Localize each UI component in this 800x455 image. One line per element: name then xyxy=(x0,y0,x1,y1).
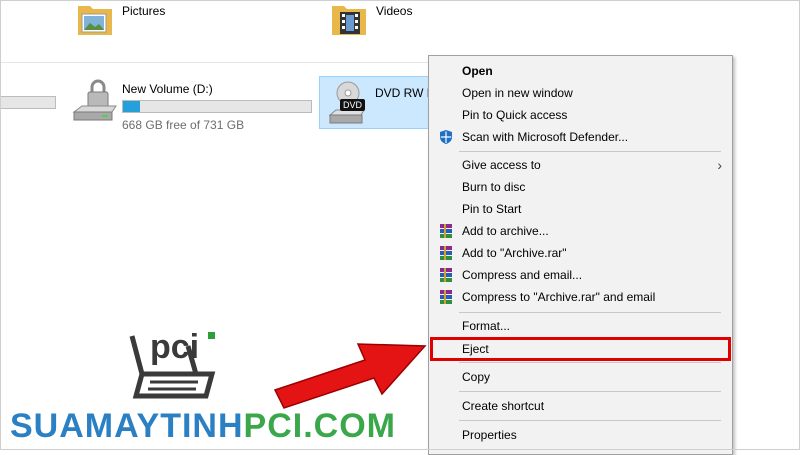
eject-highlight-box xyxy=(430,337,731,361)
menu-item-give-access[interactable]: Give access to › xyxy=(429,154,732,176)
menu-item-label: Create shortcut xyxy=(462,399,545,413)
winrar-icon xyxy=(440,268,452,282)
winrar-icon xyxy=(440,224,452,238)
menu-item-label: Add to archive... xyxy=(462,224,549,238)
defender-shield-icon xyxy=(440,130,452,144)
menu-separator xyxy=(459,312,721,313)
menu-item-open[interactable]: Open xyxy=(429,60,732,82)
folder-pictures[interactable]: Pictures xyxy=(76,0,216,42)
menu-item-label: Burn to disc xyxy=(462,180,526,194)
menu-item-format[interactable]: Format... xyxy=(429,315,732,337)
drive-c-usage-bar xyxy=(0,96,56,109)
section-divider xyxy=(0,62,430,63)
menu-separator xyxy=(459,391,721,392)
menu-item-open-new-window[interactable]: Open in new window xyxy=(429,82,732,104)
context-menu: Open Open in new window Pin to Quick acc… xyxy=(428,55,733,455)
menu-separator xyxy=(459,362,721,363)
videos-folder-icon xyxy=(332,6,366,35)
dvd-badge: DVD xyxy=(340,99,366,111)
menu-item-compress-rar-email[interactable]: Compress to "Archive.rar" and email xyxy=(429,286,732,308)
menu-item-label: Give access to xyxy=(462,158,541,172)
watermark-part-green: PCI.COM xyxy=(243,407,396,445)
winrar-icon xyxy=(440,246,452,260)
menu-item-label: Format... xyxy=(462,319,511,333)
menu-item-label: Open xyxy=(462,64,493,78)
menu-separator xyxy=(459,151,721,152)
menu-item-pin-quick-access[interactable]: Pin to Quick access xyxy=(429,104,732,126)
drive-dvd-selected[interactable]: DVD DVD RW D xyxy=(319,76,436,129)
drive-name: DVD RW D xyxy=(375,86,436,100)
red-arrow-annotation xyxy=(273,343,427,409)
pictures-folder-icon xyxy=(78,6,112,35)
menu-item-label: Open in new window xyxy=(462,86,573,100)
menu-item-scan-defender[interactable]: Scan with Microsoft Defender... xyxy=(429,126,732,148)
pci-logo-icon: pci xyxy=(129,328,216,399)
folder-label: Pictures xyxy=(122,4,166,18)
folder-label: Videos xyxy=(376,4,413,18)
menu-item-label: Add to "Archive.rar" xyxy=(462,246,567,260)
folder-videos[interactable]: Videos xyxy=(330,0,470,42)
locked-drive-icon xyxy=(72,79,117,121)
drive-name: New Volume (D:) xyxy=(122,82,213,96)
drive-new-volume[interactable]: New Volume (D:) 668 GB free of 731 GB xyxy=(72,78,322,134)
menu-item-add-archive-rar[interactable]: Add to "Archive.rar" xyxy=(429,242,732,264)
menu-item-label: Properties xyxy=(462,428,517,442)
menu-item-label: Scan with Microsoft Defender... xyxy=(462,130,629,144)
menu-item-label: Copy xyxy=(462,370,491,384)
menu-item-label: Compress to "Archive.rar" and email xyxy=(462,290,656,304)
menu-item-label: Compress and email... xyxy=(462,268,583,282)
menu-item-label: Pin to Quick access xyxy=(462,108,568,122)
menu-item-copy[interactable]: Copy xyxy=(429,366,732,388)
menu-item-properties[interactable]: Properties xyxy=(429,424,732,446)
winrar-icon xyxy=(440,290,452,304)
drive-free-space: 668 GB free of 731 GB xyxy=(122,118,245,132)
menu-item-pin-start[interactable]: Pin to Start xyxy=(429,198,732,220)
drive-usage-bar xyxy=(122,100,312,113)
website-watermark: SUAMAYTINHPCI.COM xyxy=(10,407,396,446)
menu-item-burn-disc[interactable]: Burn to disc xyxy=(429,176,732,198)
menu-item-compress-email[interactable]: Compress and email... xyxy=(429,264,732,286)
menu-separator xyxy=(459,420,721,421)
menu-item-create-shortcut[interactable]: Create shortcut xyxy=(429,395,732,417)
menu-item-label: Pin to Start xyxy=(462,202,522,216)
chevron-right-icon: › xyxy=(717,157,722,173)
menu-item-add-archive[interactable]: Add to archive... xyxy=(429,220,732,242)
drive-usage-fill xyxy=(123,101,140,112)
watermark-part-blue: SUAMAYTINH xyxy=(10,407,244,445)
